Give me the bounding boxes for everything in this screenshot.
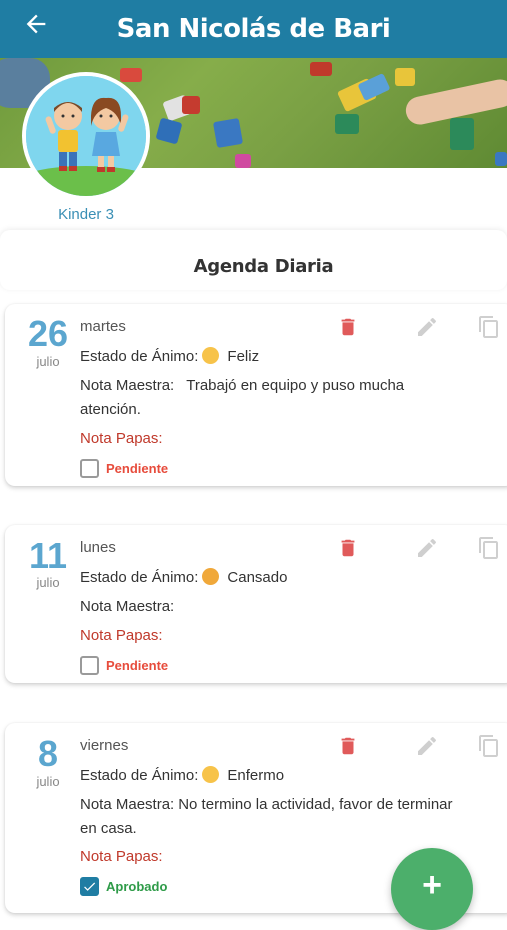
trash-icon <box>341 539 355 557</box>
mood-label: Estado de Ánimo: <box>80 569 199 586</box>
teacher-note-label: Nota Maestra: <box>80 796 175 813</box>
pencil-icon <box>418 736 436 755</box>
agenda-entry: 11 julio lunes Estado de Ánimo: Cansado N… <box>5 525 507 683</box>
approval-checkbox[interactable] <box>80 877 99 896</box>
trash-icon <box>341 318 355 336</box>
copy-icon <box>479 316 498 338</box>
teacher-note-label: Nota Maestra: <box>80 377 175 394</box>
kids-illustration <box>26 76 146 196</box>
approval-row: Aprobado <box>80 877 167 896</box>
entry-month: julio <box>36 354 60 369</box>
copy-button[interactable] <box>475 313 503 341</box>
status-label: Pendiente <box>106 658 169 673</box>
class-avatar <box>22 72 150 200</box>
status-label: Aprobado <box>106 879 168 894</box>
approval-checkbox[interactable] <box>80 656 99 675</box>
mood-label: Estado de Ánimo: <box>80 767 199 784</box>
delete-button[interactable] <box>334 534 362 562</box>
sick-face-icon <box>202 766 220 783</box>
page-title: San Nicolás de Bari <box>116 14 391 44</box>
entry-weekday: viernes <box>80 737 129 754</box>
copy-button[interactable] <box>475 732 503 760</box>
entry-day: 11 <box>28 535 68 576</box>
entry-month: julio <box>36 575 60 590</box>
pencil-icon <box>418 538 436 557</box>
approval-checkbox[interactable] <box>80 459 99 478</box>
copy-button[interactable] <box>475 534 503 562</box>
add-entry-button[interactable]: + <box>391 848 473 930</box>
arrow-left-icon <box>26 14 46 34</box>
plus-icon: + <box>422 866 442 904</box>
entry-month: julio <box>36 774 60 789</box>
back-button[interactable] <box>20 8 52 40</box>
copy-icon <box>479 735 498 757</box>
pencil-icon <box>418 317 436 336</box>
approval-row: Pendiente <box>80 656 168 675</box>
teacher-note-label: Nota Maestra: <box>80 598 175 615</box>
mood-value: Cansado <box>227 569 288 586</box>
entry-weekday: lunes <box>80 539 116 556</box>
mood-value: Enfermo <box>227 767 285 784</box>
delete-button[interactable] <box>334 313 362 341</box>
copy-icon <box>479 537 498 559</box>
approval-row: Pendiente <box>80 459 168 478</box>
parents-note-label: Nota Papas: <box>80 627 163 644</box>
entry-weekday: martes <box>80 318 126 335</box>
entry-day: 8 <box>37 733 59 774</box>
status-label: Pendiente <box>106 461 169 476</box>
app-bar: San Nicolás de Bari <box>0 0 507 58</box>
class-name: Kinder 3 <box>58 206 114 223</box>
happy-face-icon <box>202 347 220 364</box>
entry-day: 26 <box>27 313 69 354</box>
mood-value: Feliz <box>227 348 260 365</box>
parents-note-label: Nota Papas: <box>80 430 163 447</box>
checkmark-icon <box>84 882 96 891</box>
parents-note-label: Nota Papas: <box>80 848 163 865</box>
section-title: Agenda Diaria <box>193 256 334 277</box>
trash-icon <box>341 737 355 755</box>
delete-button[interactable] <box>334 732 362 760</box>
edit-button[interactable] <box>413 313 441 341</box>
edit-button[interactable] <box>413 534 441 562</box>
mood-label: Estado de Ánimo: <box>80 348 199 365</box>
edit-button[interactable] <box>413 732 441 760</box>
agenda-entry: 26 julio martes Estado de Ánimo: Feliz No… <box>5 304 507 486</box>
tired-face-icon <box>202 568 220 585</box>
